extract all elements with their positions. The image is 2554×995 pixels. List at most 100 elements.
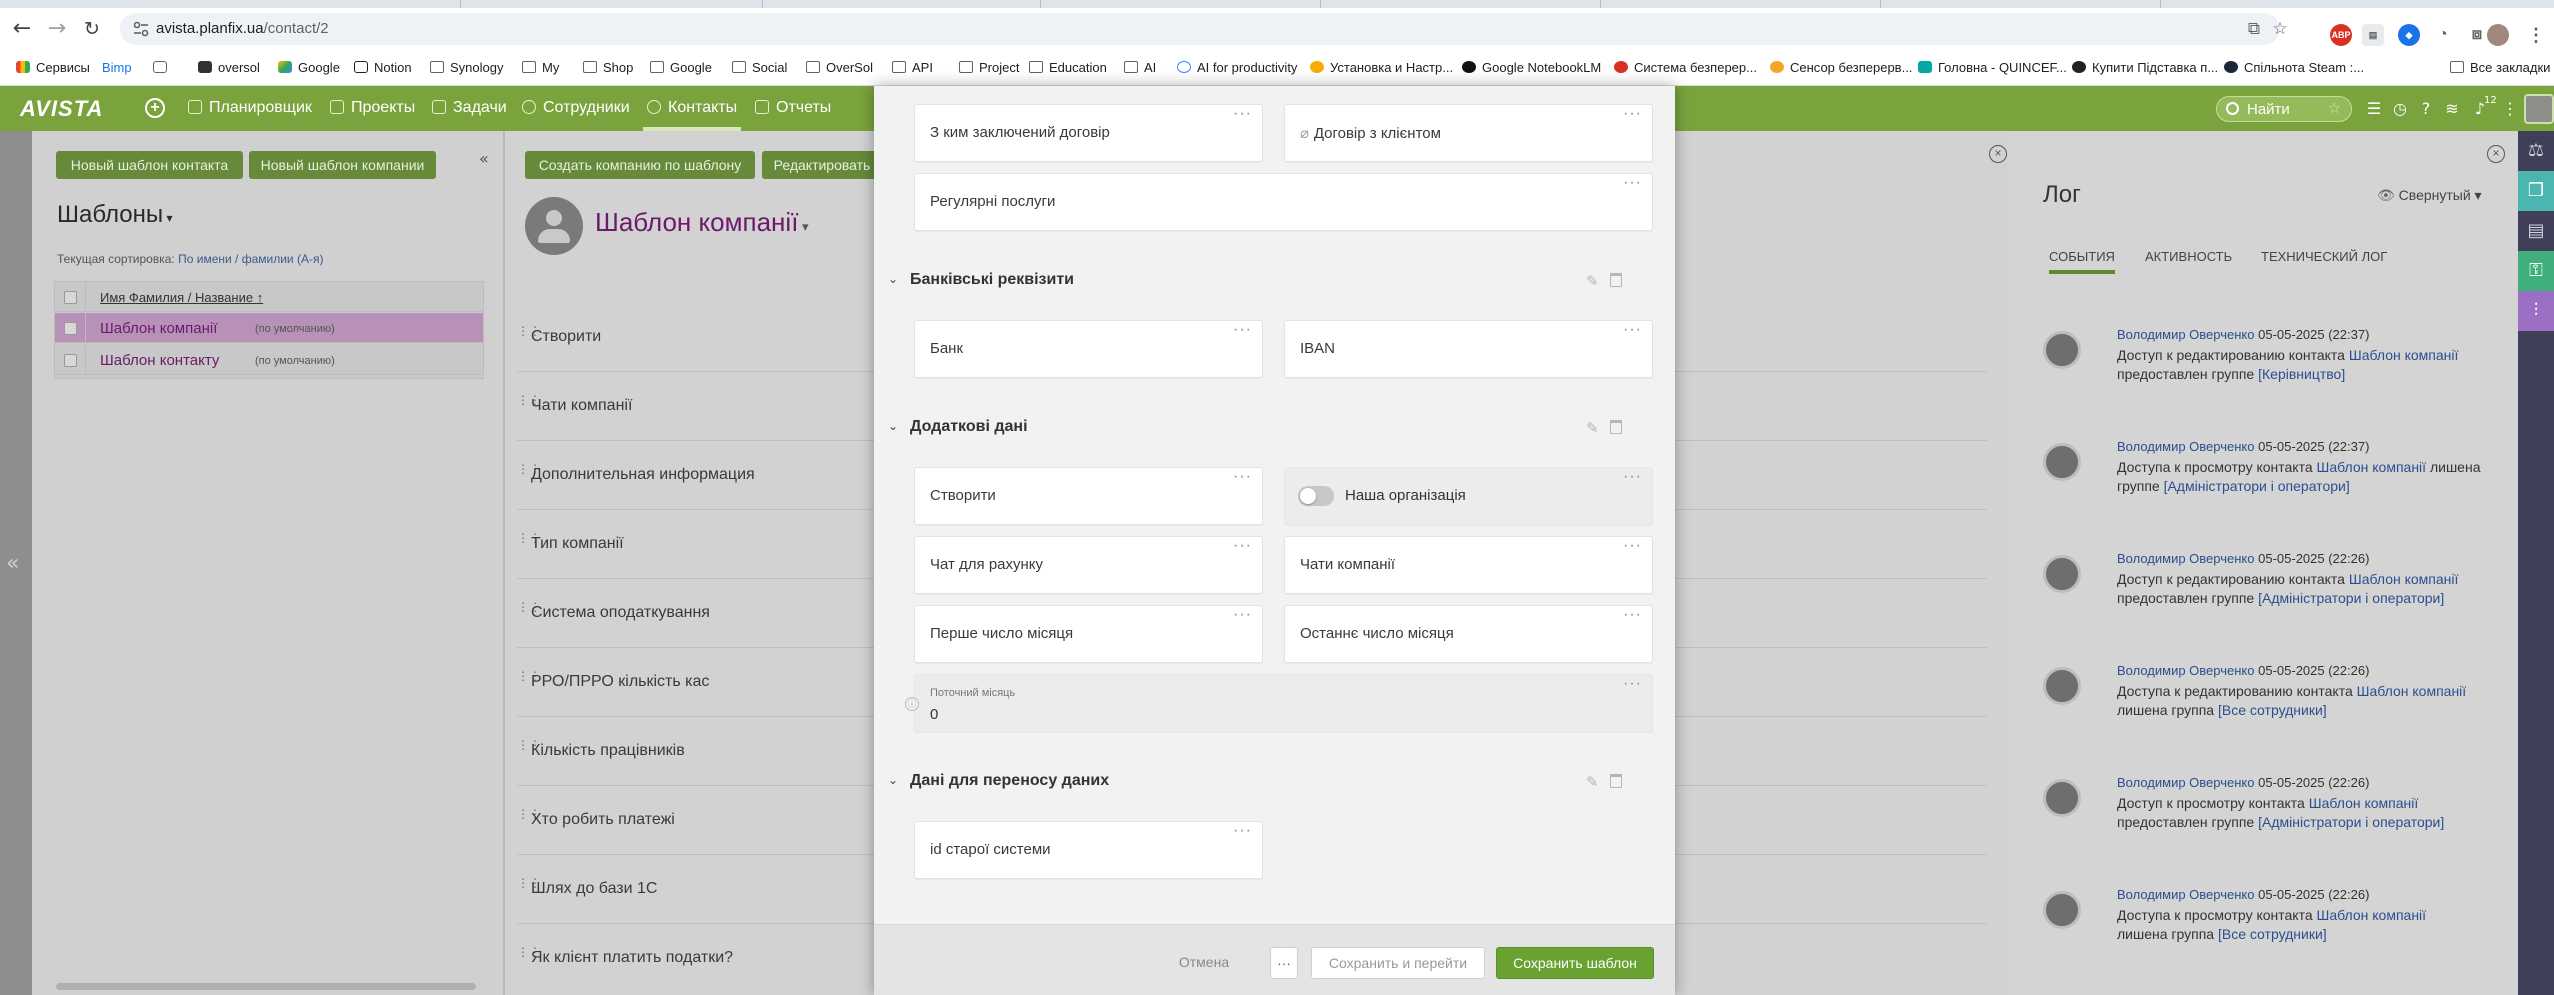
field-card[interactable]: IBAN ··· bbox=[1284, 320, 1653, 378]
horizontal-scrollbar[interactable] bbox=[56, 983, 476, 990]
section-bank-details[interactable]: ⌄ Банківські реквізити ✎ bbox=[888, 271, 1648, 295]
field-card[interactable]: Банк ··· bbox=[914, 320, 1263, 378]
app-search-input[interactable]: Найти ☆ bbox=[2216, 96, 2352, 122]
field-menu-icon[interactable]: ··· bbox=[1233, 321, 1252, 339]
nav-contacts[interactable]: Контакты bbox=[642, 99, 742, 131]
bookmark-item[interactable]: Установка и Настр... bbox=[1310, 59, 1453, 77]
bookmark-folder[interactable]: API bbox=[892, 59, 933, 77]
group-link[interactable]: [Адміністратори і оператори] bbox=[2258, 590, 2444, 606]
bookmark-folder[interactable]: AI bbox=[1124, 59, 1156, 77]
forward-arrow-icon[interactable]: → bbox=[45, 17, 69, 41]
bookmark-item[interactable] bbox=[153, 59, 173, 77]
collapsed-sidebar[interactable]: « bbox=[0, 131, 32, 995]
field-card[interactable]: ⌀ Договір з клієнтом ··· bbox=[1284, 104, 1653, 162]
field-menu-icon[interactable]: ··· bbox=[1233, 105, 1252, 123]
cancel-button[interactable]: Отмена bbox=[1174, 947, 1234, 979]
back-arrow-icon[interactable]: ← bbox=[10, 17, 34, 41]
template-name[interactable]: Шаблон компанії bbox=[100, 320, 217, 337]
author-avatar[interactable] bbox=[2043, 443, 2081, 481]
install-app-icon[interactable]: ⧉ bbox=[2244, 19, 2264, 39]
author-link[interactable]: Володимир Оверченко bbox=[2117, 439, 2254, 454]
contact-link[interactable]: Шаблон компанії bbox=[2317, 907, 2427, 923]
extension-icon[interactable]: ▤ bbox=[2362, 24, 2384, 46]
edit-pencil-icon[interactable]: ✎ bbox=[1586, 272, 1599, 290]
address-bar[interactable]: avista.planfix.ua/contact/2 ⧉ ☆ bbox=[120, 13, 2288, 45]
new-company-template-button[interactable]: Новый шаблон компании bbox=[249, 151, 436, 179]
author-link[interactable]: Володимир Оверченко bbox=[2117, 327, 2254, 342]
browser-menu-icon[interactable]: ⋮ bbox=[2525, 24, 2547, 46]
field-menu-icon[interactable]: ··· bbox=[1233, 468, 1252, 486]
drag-handle-icon[interactable]: ⋮⋮ bbox=[517, 808, 541, 825]
contact-link[interactable]: Шаблон компанії bbox=[2309, 795, 2419, 811]
nav-planner[interactable]: Планировщик bbox=[188, 99, 312, 119]
create-company-from-template-button[interactable]: Создать компанию по шаблону bbox=[525, 151, 755, 179]
section-data-transfer[interactable]: ⌄ Дані для переносу даних ✎ bbox=[888, 772, 1648, 796]
bookmark-item[interactable]: Головна - QUINCEF... bbox=[1918, 59, 2067, 77]
bookmark-item[interactable]: Notion bbox=[354, 59, 412, 77]
table-row[interactable]: Шаблон контакту (по умолчанию) bbox=[55, 345, 483, 375]
adblock-extension-icon[interactable]: ABP bbox=[2330, 24, 2352, 46]
log-view-mode-dropdown[interactable]: 👁 Свернутый ▾ bbox=[2377, 187, 2482, 204]
author-avatar[interactable] bbox=[2043, 667, 2081, 705]
bookmark-item[interactable]: oversol bbox=[198, 59, 260, 77]
trash-icon[interactable] bbox=[1610, 420, 1622, 434]
url-text[interactable]: avista.planfix.ua/contact/2 bbox=[156, 20, 329, 37]
author-link[interactable]: Володимир Оверченко bbox=[2117, 775, 2254, 790]
tab-technical-log[interactable]: ТЕХНИЧЕСКИЙ ЛОГ bbox=[2261, 249, 2387, 264]
collapse-panel-icon[interactable]: « bbox=[479, 149, 489, 168]
chevron-down-icon[interactable]: ⌄ bbox=[888, 273, 898, 285]
field-card[interactable]: Чати компанії ··· bbox=[1284, 536, 1653, 594]
bookmark-item[interactable]: Купити Підставка п... bbox=[2072, 59, 2218, 77]
trash-icon[interactable] bbox=[1610, 273, 1622, 287]
sort-value[interactable]: По имени / фамилии (А-я) bbox=[178, 252, 323, 266]
drag-handle-icon[interactable]: ⋮⋮ bbox=[517, 463, 541, 480]
field-menu-icon[interactable]: ··· bbox=[1233, 606, 1252, 624]
reminders-icon[interactable]: ◷ bbox=[2390, 99, 2410, 119]
bookmark-item[interactable]: AI for productivity bbox=[1177, 59, 1297, 77]
field-menu-icon[interactable]: ··· bbox=[1623, 537, 1642, 555]
trash-icon[interactable] bbox=[1610, 774, 1622, 788]
field-card[interactable]: Створити ··· bbox=[914, 467, 1263, 525]
group-link[interactable]: [Все сотрудники] bbox=[2218, 702, 2327, 718]
scales-icon[interactable]: ⚖ bbox=[2518, 131, 2554, 171]
bookmark-folder[interactable]: Education bbox=[1029, 59, 1107, 77]
row-checkbox[interactable] bbox=[64, 322, 77, 335]
field-card[interactable]: Перше число місяця ··· bbox=[914, 605, 1263, 663]
analytics-icon[interactable]: ⫶ bbox=[2518, 291, 2554, 331]
drag-handle-icon[interactable]: ⋮⋮ bbox=[517, 877, 541, 894]
save-template-button[interactable]: Сохранить шаблон bbox=[1496, 947, 1654, 979]
author-link[interactable]: Володимир Оверченко bbox=[2117, 887, 2254, 902]
save-and-go-button[interactable]: Сохранить и перейти bbox=[1311, 947, 1485, 979]
menu-list-icon[interactable]: ☰ bbox=[2364, 99, 2384, 119]
field-menu-icon[interactable]: ··· bbox=[1623, 174, 1642, 192]
contact-link[interactable]: Шаблон компанії bbox=[2349, 571, 2459, 587]
close-log-icon[interactable]: × bbox=[2487, 145, 2505, 163]
field-menu-icon[interactable]: ··· bbox=[1233, 537, 1252, 555]
bookmark-item[interactable]: Bimp bbox=[102, 59, 132, 77]
field-menu-icon[interactable]: ··· bbox=[1233, 822, 1252, 840]
row-checkbox[interactable] bbox=[64, 354, 77, 367]
field-menu-icon[interactable]: ··· bbox=[1623, 321, 1642, 339]
user-avatar[interactable] bbox=[2524, 94, 2554, 124]
bookmark-folder[interactable]: OverSol bbox=[806, 59, 873, 77]
drag-handle-icon[interactable]: ⋮⋮ bbox=[517, 670, 541, 687]
bookmark-item[interactable]: Google bbox=[278, 59, 340, 77]
field-card[interactable]: З ким заключений договір ··· bbox=[914, 104, 1263, 162]
key-icon[interactable]: ⚿ bbox=[2518, 251, 2554, 291]
current-month-field[interactable]: ⓘ Поточний місяць 0 ··· bbox=[905, 674, 1653, 732]
bookmark-folder[interactable]: Social bbox=[732, 59, 787, 77]
edit-button[interactable]: Редактировать bbox=[762, 151, 882, 179]
chevron-down-icon[interactable]: ⌄ bbox=[888, 420, 898, 432]
info-icon[interactable]: ⓘ bbox=[905, 697, 919, 711]
tab-events[interactable]: СОБЫТИЯ bbox=[2049, 249, 2115, 274]
shield-extension-icon[interactable]: ◆ bbox=[2398, 24, 2420, 46]
bookmark-item[interactable]: Система безперер... bbox=[1614, 59, 1757, 77]
group-link[interactable]: [Адміністратори і оператори] bbox=[2164, 478, 2350, 494]
clipboard-icon[interactable]: ▤ bbox=[2518, 211, 2554, 251]
contact-link[interactable]: Шаблон компанії bbox=[2357, 683, 2467, 699]
reload-icon[interactable]: ↻ bbox=[80, 17, 104, 41]
documents-icon[interactable]: ❐ bbox=[2518, 171, 2554, 211]
group-link[interactable]: [Адміністратори і оператори] bbox=[2258, 814, 2444, 830]
bookmark-item[interactable]: Сенсор безперерв... bbox=[1770, 59, 1912, 77]
group-link[interactable]: [Все сотрудники] bbox=[2218, 926, 2327, 942]
